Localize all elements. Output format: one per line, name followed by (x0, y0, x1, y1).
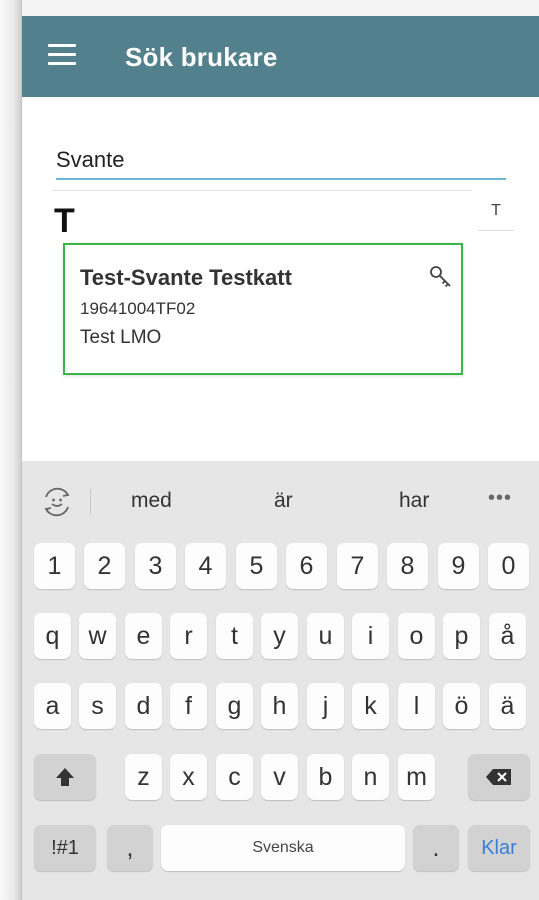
key-g[interactable]: g (216, 683, 253, 729)
shift-icon (56, 768, 74, 786)
emoji-toggle-icon[interactable] (40, 485, 74, 519)
search-input[interactable] (56, 142, 506, 180)
key-v[interactable]: v (261, 754, 298, 800)
key-u[interactable]: u (307, 613, 344, 659)
key-2[interactable]: 2 (84, 543, 125, 589)
key-9[interactable]: 9 (438, 543, 479, 589)
key-x[interactable]: x (170, 754, 207, 800)
key-d[interactable]: d (125, 683, 162, 729)
key-l[interactable]: l (398, 683, 435, 729)
key-0[interactable]: 0 (488, 543, 529, 589)
shift-key[interactable] (34, 754, 96, 800)
key-f[interactable]: f (170, 683, 207, 729)
key-a-umlaut[interactable]: ä (489, 683, 526, 729)
on-screen-keyboard: med är har ••• 1 2 3 4 5 6 7 8 9 0 q w e… (22, 461, 539, 900)
page-title: Sök brukare (125, 42, 278, 72)
key-1[interactable]: 1 (34, 543, 75, 589)
phone-frame-edge (0, 0, 22, 900)
app-toolbar: Sök brukare (22, 16, 539, 97)
done-key[interactable]: Klar (468, 825, 530, 871)
result-organization: Test LMO (80, 327, 162, 348)
key-z[interactable]: z (125, 754, 162, 800)
key-a[interactable]: a (34, 683, 71, 729)
key-5[interactable]: 5 (236, 543, 277, 589)
key-o[interactable]: o (398, 613, 435, 659)
key-e[interactable]: e (125, 613, 162, 659)
key-q[interactable]: q (34, 613, 71, 659)
suggestion-2[interactable]: är (274, 489, 293, 513)
result-name: Test-Svante Testkatt (80, 265, 292, 290)
result-personal-id: 19641004TF02 (80, 299, 196, 318)
key-p[interactable]: p (443, 613, 480, 659)
result-card[interactable]: Test-Svante Testkatt 19641004TF02 Test L… (63, 243, 463, 375)
key-a-ring[interactable]: å (489, 613, 526, 659)
backspace-key[interactable] (468, 754, 530, 800)
key-c[interactable]: c (216, 754, 253, 800)
key-n[interactable]: n (352, 754, 389, 800)
suggestion-1[interactable]: med (131, 489, 172, 513)
key-j[interactable]: j (307, 683, 344, 729)
key-6[interactable]: 6 (286, 543, 327, 589)
section-header-letter: T (54, 202, 75, 240)
key-w[interactable]: w (79, 613, 116, 659)
key-y[interactable]: y (261, 613, 298, 659)
key-o-umlaut[interactable]: ö (443, 683, 480, 729)
symbols-key[interactable]: !#1 (34, 825, 96, 871)
key-s[interactable]: s (79, 683, 116, 729)
key-b[interactable]: b (307, 754, 344, 800)
divider (52, 190, 472, 191)
hamburger-menu-icon[interactable] (48, 44, 76, 65)
key-i[interactable]: i (352, 613, 389, 659)
key-3[interactable]: 3 (135, 543, 176, 589)
space-key[interactable]: Svenska (161, 825, 405, 871)
suggestion-bar: med är har ••• (22, 461, 539, 543)
key-r[interactable]: r (170, 613, 207, 659)
key-icon[interactable] (429, 265, 453, 291)
key-h[interactable]: h (261, 683, 298, 729)
alphabet-index-item[interactable]: T (478, 202, 514, 231)
backspace-icon (486, 769, 511, 785)
key-t[interactable]: t (216, 613, 253, 659)
comma-key[interactable]: , (107, 825, 153, 871)
key-4[interactable]: 4 (185, 543, 226, 589)
suggestion-3[interactable]: har (399, 489, 429, 513)
more-dots-icon[interactable]: ••• (488, 487, 512, 510)
suggestion-separator (90, 489, 91, 515)
key-7[interactable]: 7 (337, 543, 378, 589)
key-k[interactable]: k (352, 683, 389, 729)
key-m[interactable]: m (398, 754, 435, 800)
key-8[interactable]: 8 (387, 543, 428, 589)
period-key[interactable]: . (413, 825, 459, 871)
app-screen: Sök brukare T T Test-Svante Testkatt 196… (22, 16, 539, 900)
